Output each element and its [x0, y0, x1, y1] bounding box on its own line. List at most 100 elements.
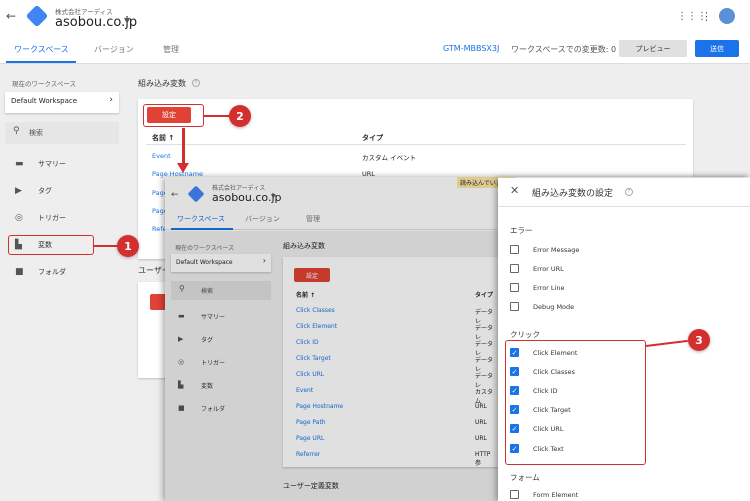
section-errors: エラー	[510, 226, 533, 235]
close-icon[interactable]: ✕	[510, 184, 519, 197]
sidebar-item-label: トリガー	[201, 359, 226, 367]
section-click: クリック	[510, 330, 540, 339]
overlay-sidebar-item-summary[interactable]: ▬ サマリー	[178, 309, 225, 323]
sidebar-item-folders[interactable]: ■ フォルダ	[15, 265, 66, 279]
variable-type: HTTP 参	[475, 451, 491, 467]
overlay-search-icon: ⚲	[179, 284, 185, 293]
overlay-sidebar-item-folders[interactable]: ■ フォルダ	[178, 401, 225, 415]
current-ws-label: 現在のワークスペース	[12, 80, 77, 88]
annotation-badge: 2	[229, 105, 251, 127]
variable-name[interactable]: Click ID	[296, 339, 319, 346]
variable-name[interactable]: Click Element	[296, 323, 337, 330]
overlay-tabs-bar: ワークスペース バージョン 管理	[165, 208, 498, 230]
arrow-down	[182, 128, 185, 166]
variable-type: カスタム イベント	[362, 154, 417, 162]
highlight-variables	[8, 235, 94, 255]
variable-name[interactable]: Page Hostname	[296, 403, 343, 410]
avatar[interactable]	[719, 8, 735, 24]
overlay-current-ws-label: 現在のワークスペース	[175, 245, 235, 252]
overlay-user-defined-title: ユーザー定義変数	[283, 482, 339, 490]
sidebar-item-label: フォルダ	[38, 268, 66, 276]
variable-type: URL	[475, 403, 487, 410]
back-arrow-icon[interactable]: ←	[6, 9, 16, 23]
overlay-search-label: 検索	[201, 288, 214, 295]
highlight-configure	[143, 104, 204, 127]
overlay-sidebar-item-tags[interactable]: ▶ タグ	[178, 332, 213, 346]
table-divider	[146, 144, 686, 145]
help-icon[interactable]: ?	[192, 79, 200, 87]
tab-indicator	[6, 61, 76, 63]
variable-name[interactable]: Page Path	[296, 419, 326, 426]
overlay-chevron-down-icon[interactable]: ▼	[271, 193, 276, 200]
search-label: 検索	[29, 129, 43, 137]
overlay-tab-workspace[interactable]: ワークスペース	[177, 214, 225, 224]
highlight-click-variables	[505, 340, 646, 465]
checkbox-error-url[interactable]	[510, 264, 519, 273]
trigger-icon: ◎	[178, 358, 185, 366]
search-icon: ⚲	[13, 126, 20, 136]
overlay-workspace-selector[interactable]: Default Workspace ›	[171, 254, 271, 272]
tag-icon: ▶	[178, 335, 184, 343]
overlay-column-name-header[interactable]: 名前 ↑	[296, 290, 315, 299]
overlay-tab-admin[interactable]: 管理	[306, 214, 320, 224]
tab-admin[interactable]: 管理	[163, 44, 179, 55]
arrow-head-icon	[177, 163, 189, 173]
annotation-badge: 1	[117, 235, 139, 257]
overlay-builtin-title: 組み込み変数	[283, 242, 325, 250]
tag-icon: ▶	[15, 186, 22, 196]
gtm-logo-icon	[25, 4, 49, 28]
variable-name[interactable]: Referrer	[296, 451, 320, 458]
overlay-builtin-card: 設定 名前 ↑ タイプ Click Classes データレ Click Ele…	[283, 257, 498, 467]
overlay-sidebar-item-variables[interactable]: ▙ 変数	[178, 378, 213, 392]
top-bar: ← 株式会社アーディス asobou.co.jp ▼ ⋮⋮⋮ ⋮	[0, 0, 750, 37]
annotation-line	[204, 115, 230, 117]
checkbox-error-message[interactable]	[510, 245, 519, 254]
chevron-down-icon[interactable]: ▼	[124, 16, 130, 25]
summary-icon: ▬	[178, 312, 185, 320]
checkbox-debug-mode[interactable]	[510, 302, 519, 311]
panel-help-icon[interactable]: ?	[625, 188, 633, 196]
submit-button[interactable]: 送信	[695, 40, 739, 57]
more-vert-icon[interactable]: ⋮	[701, 10, 712, 23]
sidebar-item-triggers[interactable]: ◎ トリガー	[15, 211, 66, 225]
overlay-chevron-right-icon: ›	[262, 256, 266, 265]
workspace-selector[interactable]: Default Workspace ›	[5, 92, 119, 113]
sidebar-search[interactable]: ⚲ 検索	[5, 122, 119, 144]
sidebar-item-label: トリガー	[38, 214, 66, 222]
checkbox-label: Form Element	[533, 491, 579, 499]
checkbox-label: Error Message	[533, 246, 580, 254]
variable-type: URL	[475, 435, 487, 442]
overlay-back-arrow-icon[interactable]: ←	[171, 190, 179, 200]
summary-icon: ▬	[15, 159, 24, 169]
tab-versions[interactable]: バージョン	[94, 44, 134, 55]
annotation-badge: 3	[688, 329, 710, 351]
builtin-variables-title: 組み込み変数	[138, 79, 186, 88]
sidebar-item-tags[interactable]: ▶ タグ	[15, 184, 52, 198]
variable-name[interactable]: Event	[152, 152, 171, 160]
overlay-sidebar-search[interactable]: ⚲ 検索	[171, 281, 271, 300]
container-id[interactable]: GTM-MBBSX3J	[443, 44, 499, 53]
overlay-tab-versions[interactable]: バージョン	[245, 214, 280, 224]
panel-header-divider	[498, 206, 750, 207]
variable-name[interactable]: Click Classes	[296, 307, 335, 314]
overlay-sidebar-item-triggers[interactable]: ◎ トリガー	[178, 355, 225, 369]
checkbox-form-element[interactable]	[510, 490, 519, 499]
sidebar-item-label: タグ	[201, 336, 214, 344]
variable-name[interactable]: Event	[296, 387, 313, 394]
checkbox-error-line[interactable]	[510, 283, 519, 292]
tab-workspace[interactable]: ワークスペース	[14, 44, 69, 55]
sidebar-item-label: フォルダ	[201, 405, 226, 413]
sidebar-item-summary[interactable]: ▬ サマリー	[15, 157, 66, 171]
variable-type: URL	[475, 419, 487, 426]
overlay-workspace-name: Default Workspace	[176, 259, 233, 266]
variables-icon: ▙	[178, 381, 184, 389]
sidebar-item-label: サマリー	[201, 313, 226, 321]
column-name-header[interactable]: 名前 ↑	[152, 133, 174, 143]
variable-name[interactable]: Page URL	[296, 435, 324, 442]
preview-button[interactable]: プレビュー	[619, 40, 687, 57]
variable-name[interactable]: Click Target	[296, 355, 331, 362]
overlay-configure-button[interactable]: 設定	[294, 268, 330, 282]
config-panel: ✕ 組み込み変数の設定 ? エラー Error Message Error UR…	[498, 178, 750, 501]
checkbox-label: Debug Mode	[533, 303, 575, 311]
variable-name[interactable]: Click URL	[296, 371, 324, 378]
